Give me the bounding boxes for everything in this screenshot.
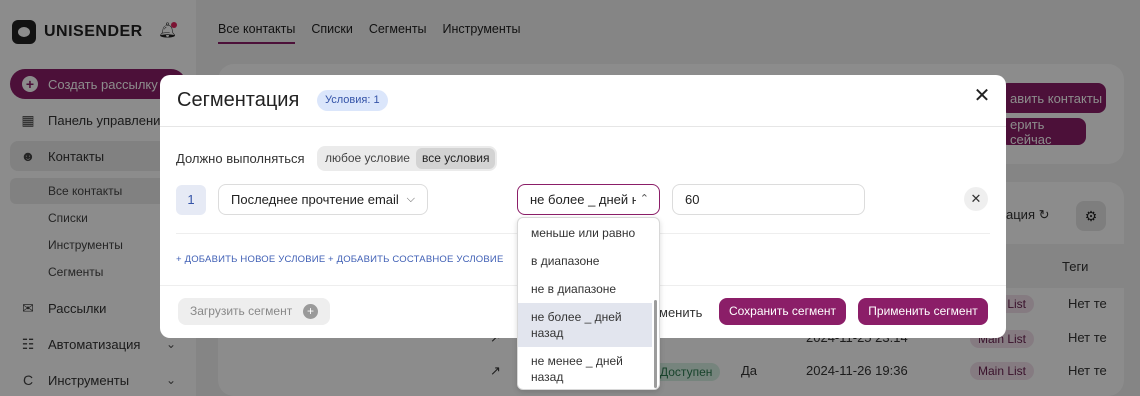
save-segment-button[interactable]: Сохранить сегмент <box>719 298 846 325</box>
close-icon[interactable]: ✕ <box>972 86 992 106</box>
match-mode-toggle: любое условие все условия <box>317 146 498 171</box>
condition-value-input[interactable] <box>672 184 865 215</box>
operator-dropdown: меньше или равно в диапазоне не в диапаз… <box>517 217 660 390</box>
condition-field-value: Последнее прочтение email <box>231 192 399 207</box>
conditions-count-badge: Условия: 1 <box>317 90 388 111</box>
cancel-button[interactable]: менить <box>659 305 702 320</box>
chevron-down-icon: ⌵ <box>406 193 415 205</box>
dropdown-scrollbar[interactable] <box>654 300 657 388</box>
match-mode-label: Должно выполняться <box>176 151 305 166</box>
chevron-up-icon: ⌃ <box>635 185 649 214</box>
dropdown-option[interactable]: не менее _ дней назад <box>518 353 652 385</box>
dropdown-option[interactable]: не в диапазоне <box>518 281 652 297</box>
condition-operator-value: не более _ дней н <box>530 192 639 207</box>
load-segment-button[interactable]: Загрузить сегмент + <box>178 298 330 325</box>
header-divider <box>160 126 1006 127</box>
condition-field-select[interactable]: Последнее прочтение email ⌵ <box>218 184 428 215</box>
dropdown-option[interactable]: в диапазоне <box>518 253 652 269</box>
apply-segment-button[interactable]: Применить сегмент <box>858 298 988 325</box>
condition-number: 1 <box>176 185 206 215</box>
toggle-all-conditions[interactable]: все условия <box>415 148 496 169</box>
dropdown-option-selected[interactable]: не более _ дней назад <box>518 303 652 347</box>
add-composite-condition-link[interactable]: + ДОБАВИТЬ СОСТАВНОЕ УСЛОВИЕ <box>328 254 504 265</box>
dropdown-option[interactable]: меньше или равно <box>518 225 652 241</box>
load-segment-label: Загрузить сегмент <box>190 304 293 318</box>
add-condition-link[interactable]: + ДОБАВИТЬ НОВОЕ УСЛОВИЕ <box>176 254 325 265</box>
plus-icon: + <box>303 304 318 319</box>
remove-condition-icon[interactable]: ✕ <box>964 187 988 211</box>
toggle-any-condition[interactable]: любое условие <box>319 148 416 169</box>
modal-title: Сегментация <box>177 89 300 111</box>
condition-operator-select[interactable]: не более _ дней н ⌃ <box>517 184 660 215</box>
